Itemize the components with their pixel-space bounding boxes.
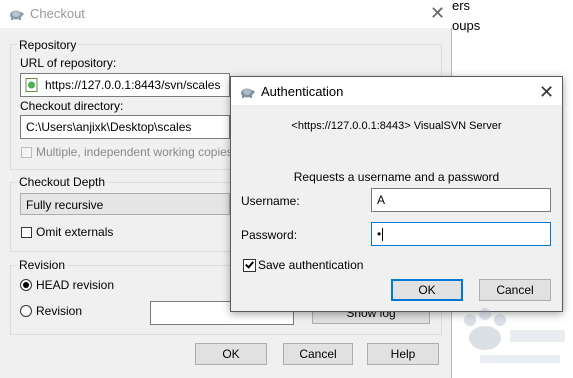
revision-label: Revision — [36, 304, 83, 318]
checkout-depth-label: Checkout Depth — [17, 175, 108, 189]
revision-radio[interactable] — [20, 305, 32, 317]
save-authentication-label: Save authentication — [258, 258, 364, 272]
multiple-copies-checkbox[interactable] — [21, 147, 32, 158]
checkout-directory-input[interactable]: C:\Users\anjixk\Desktop\scales — [20, 115, 230, 139]
tortoise-icon — [10, 10, 24, 20]
checkout-ok-button[interactable]: OK — [195, 343, 267, 365]
auth-close-icon[interactable]: ✕ — [539, 83, 554, 101]
checkout-close-icon[interactable]: ✕ — [430, 4, 445, 22]
checkout-help-button[interactable]: Help — [367, 343, 439, 365]
baidu-watermark-logo — [464, 308, 565, 363]
url-page-icon — [25, 78, 38, 92]
multiple-copies-label: Multiple, independent working copies — [36, 145, 233, 159]
username-input[interactable]: A — [371, 188, 551, 212]
url-value: https://127.0.0.1:8443/svn/scales — [45, 78, 221, 92]
auth-server-text: <https://127.0.0.1:8443> VisualSVN Serve… — [291, 120, 502, 132]
omit-externals-checkbox[interactable] — [21, 227, 32, 238]
tortoise-icon — [241, 88, 255, 98]
background-text-2: oups — [452, 18, 481, 33]
checkout-directory-label: Checkout directory: — [20, 99, 124, 113]
revision-group-label: Revision — [17, 258, 68, 272]
checkout-title: Checkout — [30, 6, 85, 21]
head-revision-radio[interactable] — [20, 279, 32, 291]
username-label: Username: — [241, 194, 300, 208]
save-authentication-checkbox[interactable] — [243, 259, 256, 272]
auth-ok-button[interactable]: OK — [391, 279, 463, 301]
password-label: Password: — [241, 228, 298, 242]
url-label: URL of repository: — [20, 56, 117, 70]
authentication-dialog: Authentication ✕ <https://127.0.0.1:8443… — [230, 76, 563, 312]
url-combo[interactable]: https://127.0.0.1:8443/svn/scales — [20, 73, 230, 97]
background-text-1: ers — [452, 0, 471, 13]
auth-cancel-button[interactable]: Cancel — [479, 279, 551, 301]
password-mask: • — [377, 227, 382, 241]
auth-prompt-text: Requests a username and a password — [293, 170, 500, 184]
checkout-cancel-button[interactable]: Cancel — [283, 343, 353, 365]
password-input[interactable]: • — [371, 222, 551, 246]
text-caret — [382, 228, 384, 242]
omit-externals-label: Omit externals — [36, 225, 114, 239]
head-revision-label: HEAD revision — [36, 278, 115, 292]
checkout-depth-select[interactable]: Fully recursive — [20, 193, 230, 215]
repository-group-label: Repository — [17, 38, 79, 52]
checkout-titlebar: Checkout ✕ — [0, 0, 452, 28]
auth-titlebar: Authentication ✕ — [231, 77, 562, 105]
auth-title: Authentication — [261, 84, 344, 99]
